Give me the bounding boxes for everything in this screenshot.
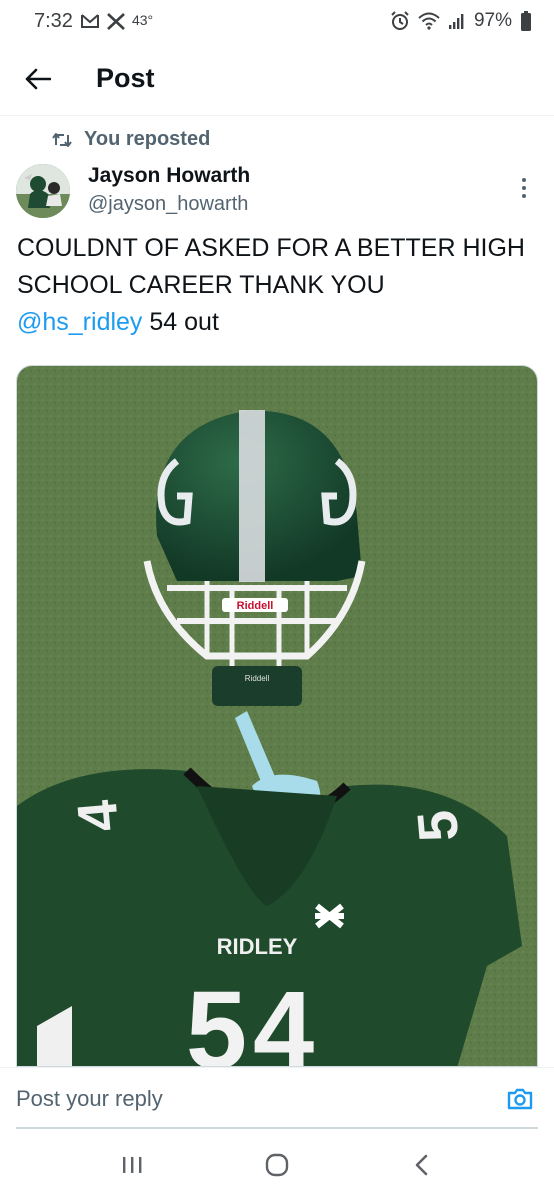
battery-percent: 97% xyxy=(473,10,512,31)
page-title: Post xyxy=(96,63,155,93)
sleeve-number-right: 5 xyxy=(405,808,470,845)
recents-icon xyxy=(121,1155,143,1175)
more-options-button[interactable] xyxy=(512,174,536,202)
reply-divider xyxy=(16,1127,538,1129)
status-temperature: 43° xyxy=(131,12,154,28)
battery-icon xyxy=(520,11,532,31)
more-dot-icon xyxy=(522,178,526,182)
camera-icon xyxy=(506,1087,534,1111)
repost-icon xyxy=(52,132,72,148)
arrow-left-icon xyxy=(25,68,51,90)
status-bar: 7:32 43° 97% xyxy=(0,0,554,42)
sleeve-number-left: 4 xyxy=(65,798,130,835)
recents-button[interactable] xyxy=(102,1140,162,1190)
x-icon xyxy=(107,12,125,30)
alarm-icon xyxy=(390,11,410,31)
signal-icon xyxy=(448,12,466,30)
status-left: 7:32 43° xyxy=(34,10,153,33)
author-name[interactable]: Jayson Howarth xyxy=(88,162,250,190)
post-body-tail: 54 out xyxy=(142,308,219,336)
home-button[interactable] xyxy=(247,1140,307,1190)
helmet-brand-text: Riddell xyxy=(237,600,274,612)
post-text: COULDNT OF ASKED FOR A BETTER HIGH SCHOO… xyxy=(17,230,537,341)
repost-indicator: You reposted xyxy=(52,128,210,151)
back-button[interactable] xyxy=(18,59,58,99)
more-dot-icon xyxy=(522,186,526,190)
status-time: 7:32 xyxy=(34,9,73,32)
camera-button[interactable] xyxy=(502,1081,538,1117)
status-right: 97% xyxy=(390,10,532,32)
jersey-name-text: RIDLEY xyxy=(217,934,298,959)
reply-input[interactable] xyxy=(16,1085,456,1112)
jersey-number-text: 54 xyxy=(186,969,320,1067)
post-media-image[interactable]: Riddell Riddell 4 5 RIDLEY 54 xyxy=(16,365,538,1067)
avatar[interactable] xyxy=(16,164,70,218)
system-nav-bar xyxy=(0,1130,554,1200)
system-back-button[interactable] xyxy=(392,1140,452,1190)
wifi-icon xyxy=(418,12,440,30)
gmail-icon xyxy=(80,13,100,29)
more-dot-icon xyxy=(522,194,526,198)
repost-label: You reposted xyxy=(84,128,211,150)
author-block: Jayson Howarth @jayson_howarth xyxy=(88,162,250,218)
mention-link[interactable]: @hs_ridley xyxy=(17,308,142,336)
football-jersey: 4 5 RIDLEY 54 xyxy=(17,767,522,1067)
author-handle[interactable]: @jayson_howarth xyxy=(88,190,250,218)
home-icon xyxy=(264,1152,290,1178)
post-body: COULDNT OF ASKED FOR A BETTER HIGH SCHOO… xyxy=(17,234,525,299)
reply-bar xyxy=(0,1067,554,1129)
helmet-chin-text: Riddell xyxy=(245,674,270,683)
back-chevron-icon xyxy=(414,1153,430,1177)
top-app-bar: Post xyxy=(0,42,554,116)
